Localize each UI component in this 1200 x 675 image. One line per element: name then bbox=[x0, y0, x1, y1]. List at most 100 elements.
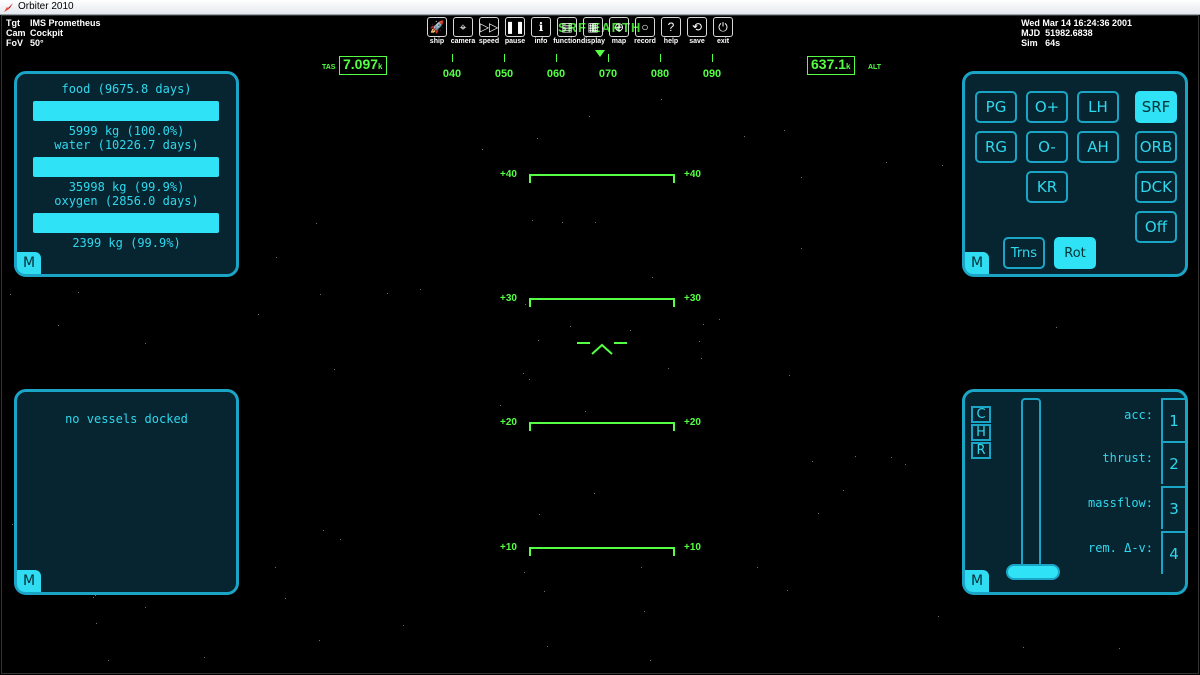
toolbar-speed-button[interactable]: ▷▷ speed bbox=[476, 17, 502, 45]
oxygen-title: oxygen (2856.0 days) bbox=[54, 194, 199, 208]
toolbar-label: save bbox=[689, 38, 705, 45]
retrograde-button[interactable]: RG bbox=[975, 131, 1017, 163]
toolbar-pause-button[interactable]: ❚❚ pause bbox=[502, 17, 528, 45]
background-star bbox=[801, 248, 802, 249]
toolbar-label: speed bbox=[478, 38, 500, 45]
background-star bbox=[258, 314, 259, 315]
prograde-button[interactable]: PG bbox=[975, 91, 1017, 123]
toolbar-label: ship bbox=[429, 38, 445, 45]
throttle-handle[interactable] bbox=[1006, 564, 1060, 580]
background-star bbox=[145, 343, 146, 344]
record-icon: ○ bbox=[635, 17, 655, 37]
background-star bbox=[1023, 647, 1024, 648]
engine-group-4-button[interactable]: 4 bbox=[1161, 531, 1185, 574]
engine-minimize-button[interactable]: M bbox=[965, 570, 989, 592]
toolbar-help-button[interactable]: ? help bbox=[658, 17, 684, 45]
engine-mode-r[interactable]: R bbox=[971, 442, 991, 459]
heading-tick bbox=[452, 54, 453, 62]
toolbar-record-button[interactable]: ○ record bbox=[632, 17, 658, 45]
background-star bbox=[145, 607, 146, 608]
toolbar-label: display bbox=[580, 38, 606, 45]
pitch-label-left-20: +20 bbox=[500, 417, 517, 428]
engine-group-3-button[interactable]: 3 bbox=[1161, 486, 1185, 529]
background-star bbox=[482, 149, 483, 150]
orbit-normal-minus-button[interactable]: O- bbox=[1026, 131, 1068, 163]
pitch-label-right-40: +40 bbox=[684, 169, 701, 180]
acc-label: acc: bbox=[1124, 408, 1153, 422]
background-star bbox=[562, 222, 563, 223]
fast-forward-icon: ▷▷ bbox=[479, 17, 499, 37]
toolbar-exit-button[interactable]: ⏻ exit bbox=[710, 17, 736, 45]
toolbar-function-button[interactable]: ▤ function bbox=[553, 17, 581, 45]
surface-frame-button[interactable]: SRF bbox=[1135, 91, 1177, 123]
docking-frame-button[interactable]: DCK bbox=[1135, 171, 1177, 203]
water-title: water (10226.7 days) bbox=[54, 138, 199, 152]
background-star bbox=[891, 457, 892, 458]
level-horizon-button[interactable]: LH bbox=[1077, 91, 1119, 123]
background-star bbox=[787, 590, 788, 591]
globe-icon: ⊕ bbox=[609, 17, 629, 37]
background-star bbox=[595, 222, 596, 223]
throttle-track[interactable] bbox=[1021, 398, 1041, 574]
pitch-ladder-20 bbox=[529, 422, 675, 431]
toolbar-save-button[interactable]: ⟲ save bbox=[684, 17, 710, 45]
food-title: food (9675.8 days) bbox=[61, 82, 192, 96]
background-star bbox=[12, 524, 13, 525]
toolbar-info-button[interactable]: ℹ info bbox=[528, 17, 554, 45]
autopilot-off-button[interactable]: Off bbox=[1135, 211, 1177, 243]
toolbar-label: camera bbox=[450, 38, 476, 45]
background-star bbox=[78, 292, 79, 293]
background-star bbox=[668, 368, 669, 369]
background-star bbox=[570, 326, 571, 327]
toolbar-map-button[interactable]: ⊕ map bbox=[606, 17, 632, 45]
background-star bbox=[843, 490, 844, 491]
toolbar-label: map bbox=[611, 38, 627, 45]
background-star bbox=[789, 375, 790, 376]
background-star bbox=[96, 623, 97, 624]
autopilot-minimize-button[interactable]: M bbox=[965, 252, 989, 274]
background-star bbox=[703, 324, 704, 325]
heading-label: 060 bbox=[546, 68, 566, 80]
pitch-ladder-40 bbox=[529, 174, 675, 183]
heading-label: 070 bbox=[598, 68, 618, 80]
consumables-minimize-button[interactable]: M bbox=[17, 252, 41, 274]
background-star bbox=[801, 177, 802, 178]
power-icon: ⏻ bbox=[713, 17, 733, 37]
engine-group-2-button[interactable]: 2 bbox=[1161, 441, 1185, 484]
info-row-target: Tgt IMS Prometheus bbox=[6, 18, 101, 28]
background-star bbox=[644, 611, 645, 612]
heading-label: 080 bbox=[650, 68, 670, 80]
water-level-bar bbox=[33, 157, 219, 177]
simulation-viewport[interactable]: Tgt IMS Prometheus Cam Cockpit FoV 50° Wed … bbox=[1, 15, 1199, 674]
boresight-marker bbox=[577, 342, 627, 355]
background-star bbox=[538, 340, 539, 341]
background-star bbox=[276, 257, 277, 258]
toolbar-label: record bbox=[634, 38, 656, 45]
background-star bbox=[547, 646, 548, 647]
tas-label: TAS bbox=[322, 64, 336, 71]
background-star bbox=[589, 116, 590, 117]
pitch-ladder-10 bbox=[529, 547, 675, 556]
docking-minimize-button[interactable]: M bbox=[17, 570, 41, 592]
toolbar-camera-button[interactable]: ⌖ camera bbox=[450, 17, 476, 45]
altitude-hold-button[interactable]: AH bbox=[1077, 131, 1119, 163]
engine-mode-h[interactable]: H bbox=[971, 424, 991, 441]
toolbar-ship-button[interactable]: 🚀 ship bbox=[424, 17, 450, 45]
background-star bbox=[204, 657, 205, 658]
engine-mode-c[interactable]: C bbox=[971, 406, 991, 423]
window-title-bar[interactable]: Orbiter 2010 bbox=[0, 0, 1200, 15]
background-star bbox=[108, 660, 109, 661]
pitch-label-right-20: +20 bbox=[684, 417, 701, 428]
background-star bbox=[93, 597, 94, 598]
background-star bbox=[319, 640, 320, 641]
translation-mode-button[interactable]: Trns bbox=[1003, 237, 1045, 269]
rotation-mode-button[interactable]: Rot bbox=[1054, 237, 1096, 269]
engine-group-1-button[interactable]: 1 bbox=[1161, 398, 1185, 441]
orbit-normal-plus-button[interactable]: O+ bbox=[1026, 91, 1068, 123]
background-star bbox=[323, 530, 324, 531]
orbit-frame-button[interactable]: ORB bbox=[1135, 131, 1177, 163]
toolbar-display-button[interactable]: ▦ display bbox=[580, 17, 606, 45]
rocket-icon: 🚀 bbox=[427, 17, 447, 37]
kill-rotation-button[interactable]: KR bbox=[1026, 171, 1068, 203]
pitch-label-right-30: +30 bbox=[684, 293, 701, 304]
